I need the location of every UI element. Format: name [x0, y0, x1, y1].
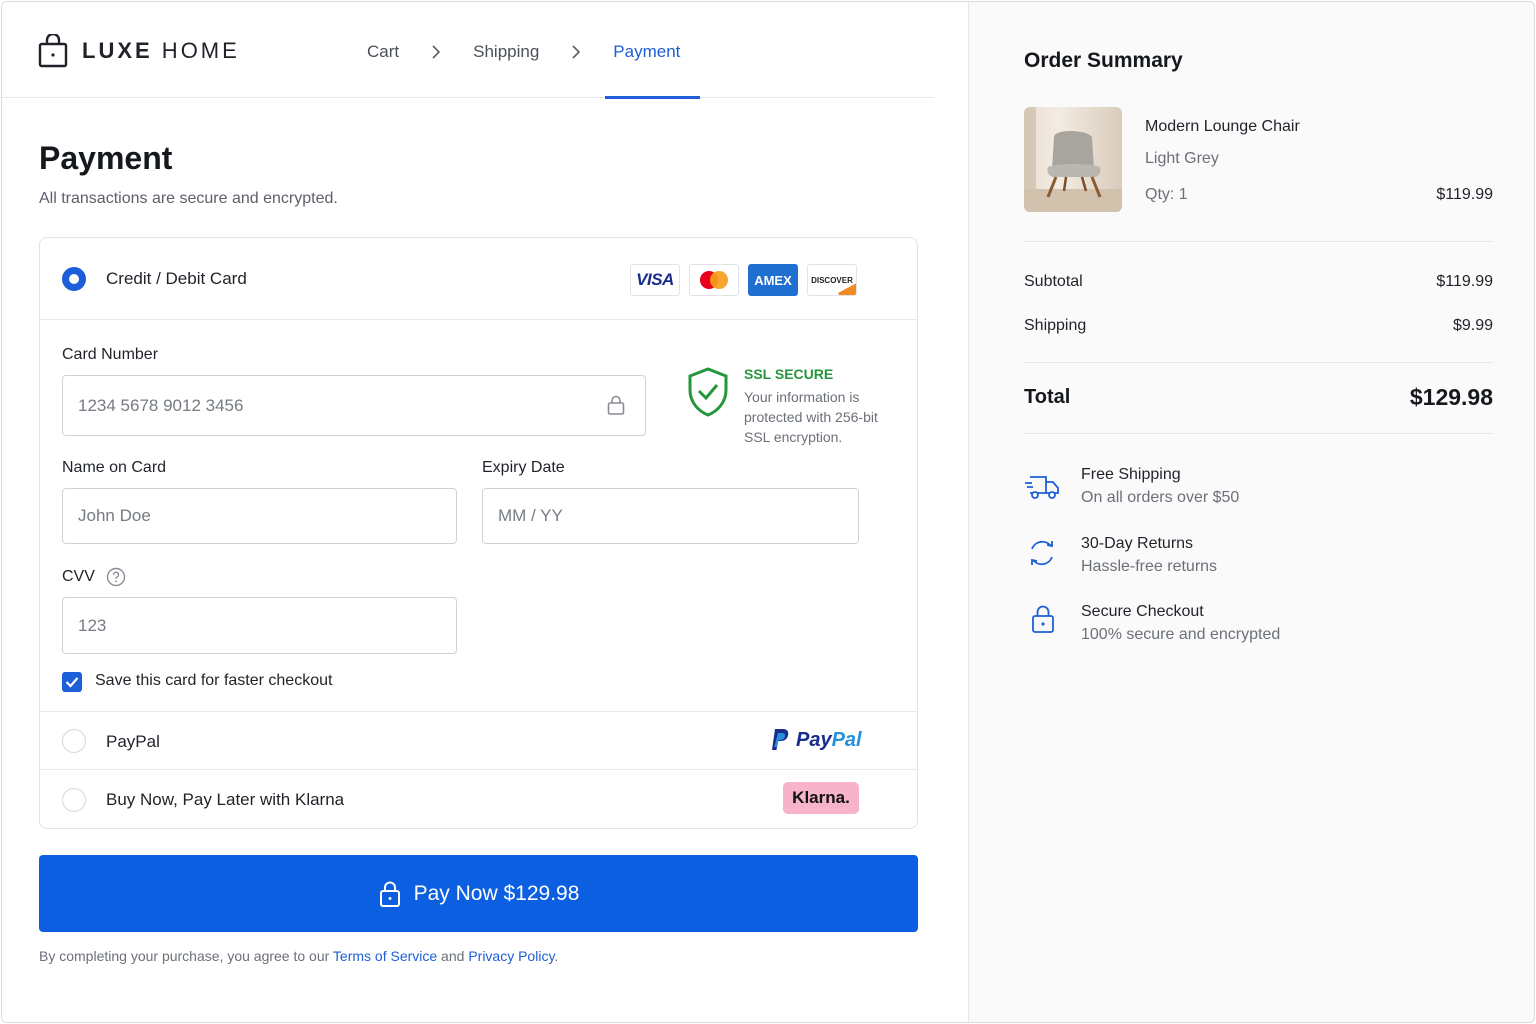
subtotal-label: Subtotal — [1024, 273, 1083, 290]
mastercard-logo — [689, 264, 739, 296]
card-brands: VISA AMEX DISCOVER — [630, 264, 857, 296]
shopping-bag-icon — [38, 34, 68, 68]
chevron-right-icon — [432, 45, 441, 59]
cvv-input[interactable] — [62, 597, 457, 654]
breadcrumb-cart[interactable]: Cart — [367, 42, 399, 62]
brand-name: LUXE HOME — [82, 38, 240, 63]
card-number-label: Card Number — [62, 346, 159, 363]
divider — [1024, 433, 1494, 434]
paypal-method-label: PayPal — [106, 732, 160, 751]
order-summary-panel: Order Summary Modern Lounge Chair Light … — [968, 2, 1534, 1022]
brand-logo[interactable]: LUXE HOME — [38, 34, 240, 68]
header: LUXE HOME Cart Shipping Payment — [2, 2, 934, 99]
subtotal-value: $119.99 — [1436, 273, 1493, 290]
shipping-label: Shipping — [1024, 317, 1087, 334]
product-variant: Light Grey — [1145, 150, 1219, 167]
active-step-indicator — [605, 96, 700, 99]
pay-now-label: Pay Now $129.98 — [413, 881, 580, 905]
discover-logo: DISCOVER — [807, 264, 857, 296]
ssl-badge: SSL SECURE Your information is protected… — [686, 366, 878, 445]
terms-of-service-link[interactable]: Terms of Service — [333, 948, 437, 964]
visa-logo: VISA — [630, 264, 680, 296]
perk-returns-text: Hassle-free returns — [1081, 558, 1218, 575]
payment-panel: LUXE HOME Cart Shipping Payment Payment … — [2, 2, 968, 1022]
save-card-checkbox[interactable] — [62, 672, 82, 692]
klarna-logo: Klarna. — [783, 782, 859, 814]
save-card-label: Save this card for faster checkout — [95, 672, 333, 689]
product-thumbnail — [1024, 107, 1122, 212]
checkout-window: LUXE HOME Cart Shipping Payment Payment … — [1, 1, 1535, 1023]
perk-secure-text: 100% secure and encrypted — [1081, 626, 1281, 643]
page-title: Payment — [39, 140, 173, 176]
card-radio[interactable] — [62, 267, 86, 291]
cvv-label: CVV — [62, 568, 95, 585]
breadcrumb: Cart Shipping Payment — [367, 42, 680, 62]
method-klarna-row[interactable]: Buy Now, Pay Later with Klarna Klarna. — [40, 770, 917, 829]
perk-returns-title: 30-Day Returns — [1081, 535, 1194, 552]
product-price: $119.99 — [1436, 186, 1493, 203]
perk-free-shipping-text: On all orders over $50 — [1081, 489, 1240, 506]
lock-icon — [379, 881, 400, 907]
help-icon[interactable] — [106, 567, 126, 587]
terms-notice: By completing your purchase, you agree t… — [39, 948, 559, 964]
product-name: Modern Lounge Chair — [1145, 118, 1300, 135]
breadcrumb-payment[interactable]: Payment — [613, 42, 680, 62]
payment-methods: Credit / Debit Card VISA AMEX DISCOVER C… — [39, 237, 918, 829]
page-subtitle: All transactions are secure and encrypte… — [39, 190, 338, 207]
ssl-title: SSL SECURE — [744, 366, 834, 382]
delivery-truck-icon — [1025, 476, 1059, 499]
name-input[interactable] — [62, 488, 457, 544]
divider — [1024, 362, 1494, 363]
returns-icon — [1031, 540, 1053, 566]
amex-logo: AMEX — [748, 264, 798, 296]
total-value: $129.98 — [1409, 384, 1493, 410]
paypal-p-icon — [772, 729, 789, 750]
klarna-method-label: Buy Now, Pay Later with Klarna — [106, 790, 345, 809]
lock-icon — [607, 395, 625, 415]
perk-secure-title: Secure Checkout — [1081, 603, 1204, 620]
method-paypal-row[interactable]: PayPal Pay Pal — [40, 711, 917, 770]
total-label: Total — [1024, 386, 1071, 408]
checkmark-icon — [65, 677, 79, 688]
paypal-radio[interactable] — [62, 729, 86, 753]
expiry-input[interactable] — [482, 488, 859, 544]
method-card-row[interactable]: Credit / Debit Card VISA AMEX DISCOVER — [40, 238, 917, 320]
padlock-icon — [1032, 605, 1054, 633]
order-summary-title: Order Summary — [1024, 49, 1183, 72]
expiry-label: Expiry Date — [482, 459, 565, 476]
lounge-chair-image — [1024, 107, 1122, 212]
pay-now-button[interactable]: Pay Now $129.98 — [39, 855, 918, 932]
card-number-input[interactable] — [62, 375, 646, 436]
privacy-policy-link[interactable]: Privacy Policy — [468, 948, 554, 964]
klarna-radio[interactable] — [62, 788, 86, 812]
card-method-label: Credit / Debit Card — [106, 269, 247, 288]
shield-check-icon — [688, 367, 728, 417]
ssl-text: Your information is protected with 256-b… — [744, 389, 878, 445]
perk-free-shipping-title: Free Shipping — [1081, 466, 1181, 483]
breadcrumb-shipping[interactable]: Shipping — [473, 42, 539, 62]
chevron-right-icon — [572, 45, 581, 59]
name-label: Name on Card — [62, 459, 167, 476]
divider — [1024, 241, 1494, 242]
product-quantity: Qty: 1 — [1145, 186, 1188, 203]
paypal-logo: Pay Pal — [770, 728, 862, 752]
shipping-value: $9.99 — [1452, 317, 1493, 334]
